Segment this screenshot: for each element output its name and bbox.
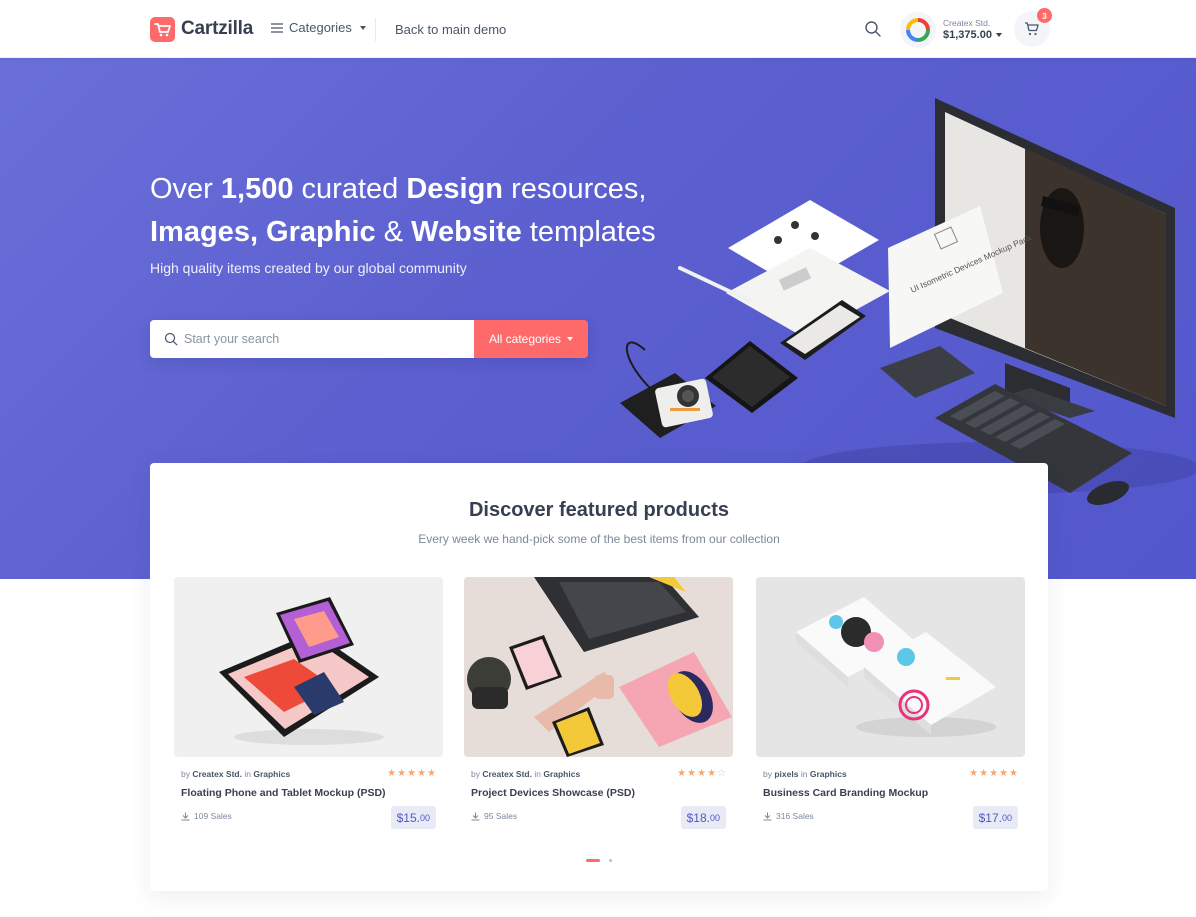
star-icon: ★ [1009, 768, 1018, 779]
star-icon: ★ [969, 768, 979, 779]
back-to-demo-link[interactable]: Back to main demo [395, 22, 506, 37]
star-icon: ★ [687, 768, 697, 779]
account-balance: $1,375.00 [943, 28, 992, 41]
star-icon: ★ [989, 768, 999, 779]
product-image[interactable] [756, 577, 1025, 757]
product-sales: 109 Sales [181, 811, 232, 821]
product-author-link[interactable]: pixels [774, 769, 798, 779]
product-title-link[interactable]: Business Card Branding Mockup [763, 787, 928, 799]
hero-title-segment: Website [411, 216, 522, 248]
product-category-link[interactable]: Graphics [810, 769, 847, 779]
download-icon [763, 812, 772, 820]
star-icon: ★ [427, 768, 436, 779]
hero-title-segment: Images, Graphic [150, 216, 376, 248]
caret-down-icon [995, 33, 1002, 38]
star-icon: ☆ [717, 768, 726, 779]
hero-subtitle: High quality items created by our global… [150, 260, 467, 276]
featured-subtitle: Every week we hand-pick some of the best… [418, 532, 780, 546]
cart-button[interactable]: 3 [1014, 8, 1052, 47]
caret-down-icon [359, 25, 366, 30]
featured-title: Discover featured products [468, 499, 730, 521]
featured-products-card: Discover featured products Every week we… [150, 463, 1048, 891]
search-icon [164, 332, 178, 346]
carousel-dot[interactable] [586, 859, 600, 862]
cart-count-badge: 3 [1037, 8, 1052, 23]
categories-menu[interactable]: Categories [271, 20, 366, 35]
all-categories-label: All categories [488, 332, 562, 346]
star-icon: ★ [707, 768, 717, 779]
search-icon[interactable] [864, 20, 884, 40]
cart-icon [1025, 22, 1039, 36]
hero-title-segment: Over [150, 173, 221, 205]
star-icon: ★ [417, 768, 427, 779]
rating-stars: ★ ★ ★ ★ ☆ [677, 769, 726, 779]
search-input[interactable] [184, 332, 444, 346]
product-sales: 95 Sales [471, 811, 517, 821]
star-icon: ★ [407, 768, 417, 779]
account-dropdown[interactable]: Createx Std. $1,375.00 [900, 12, 1002, 48]
caret-down-icon [567, 337, 574, 341]
navbar: Cartzilla Categories Back to main demo C… [0, 0, 1196, 58]
product-category-link[interactable]: Graphics [543, 769, 580, 779]
hero-title-line-1: Over 1,500 curated Design resources, [150, 173, 646, 205]
hero-search: All categories [150, 320, 588, 358]
rating-stars: ★ ★ ★ ★ ★ [969, 769, 1018, 779]
product-sales: 316 Sales [763, 811, 814, 821]
carousel-dot[interactable] [609, 859, 612, 862]
product-image[interactable] [174, 577, 443, 757]
products-carousel: by Createx Std. in Graphics ★ ★ ★ ★ ★ Floati… [174, 577, 1025, 837]
account-name: Createx Std. [943, 18, 991, 29]
hero-title-line-2: Images, Graphic & Website templates [150, 216, 656, 248]
product-price: $17. 00 [972, 806, 1018, 829]
menu-icon [271, 22, 283, 33]
categories-label: Categories [289, 20, 352, 35]
brand-cart-icon [150, 16, 175, 42]
carousel-dots [150, 859, 1048, 862]
nav-divider [375, 18, 376, 41]
product-image[interactable] [464, 577, 733, 757]
star-icon: ★ [677, 768, 687, 779]
star-icon: ★ [697, 768, 707, 779]
download-icon [181, 812, 190, 820]
star-icon: ★ [387, 768, 397, 779]
star-icon: ★ [979, 768, 989, 779]
hero-title-segment: & [375, 216, 412, 248]
product-title-link[interactable]: Floating Phone and Tablet Mockup (PSD) [181, 787, 386, 799]
product-card: by Createx Std. in Graphics ★ ★ ★ ★ ☆ Projec… [464, 577, 733, 837]
download-icon [471, 812, 480, 820]
product-price: $18. 00 [680, 806, 726, 829]
star-icon: ★ [397, 768, 407, 779]
hero-devices-illustration: UI Isometric Devices Mockup Pack [620, 98, 1196, 506]
rating-stars: ★ ★ ★ ★ ★ [387, 769, 436, 779]
product-category-link[interactable]: Graphics [253, 769, 290, 779]
product-price: $15. 00 [390, 806, 436, 829]
all-categories-button[interactable]: All categories [474, 320, 588, 358]
product-title-link[interactable]: Project Devices Showcase (PSD) [471, 787, 635, 799]
star-icon: ★ [999, 768, 1009, 779]
product-card: by Createx Std. in Graphics ★ ★ ★ ★ ★ Floati… [174, 577, 443, 837]
hero-title-segment: Design [406, 173, 504, 205]
account-avatar [900, 12, 936, 48]
product-card: by pixels in Graphics ★ ★ ★ ★ ★ Business Car… [756, 577, 1025, 837]
product-author-link[interactable]: Createx Std. [482, 769, 532, 779]
search-field-wrap [150, 320, 474, 358]
hero-title-segment: 1,500 [220, 173, 294, 205]
hero-title-segment: curated [293, 173, 407, 205]
brand-name: Cartzilla [181, 18, 254, 39]
brand-logo[interactable]: Cartzilla [150, 15, 253, 43]
product-author-link[interactable]: Createx Std. [192, 769, 242, 779]
